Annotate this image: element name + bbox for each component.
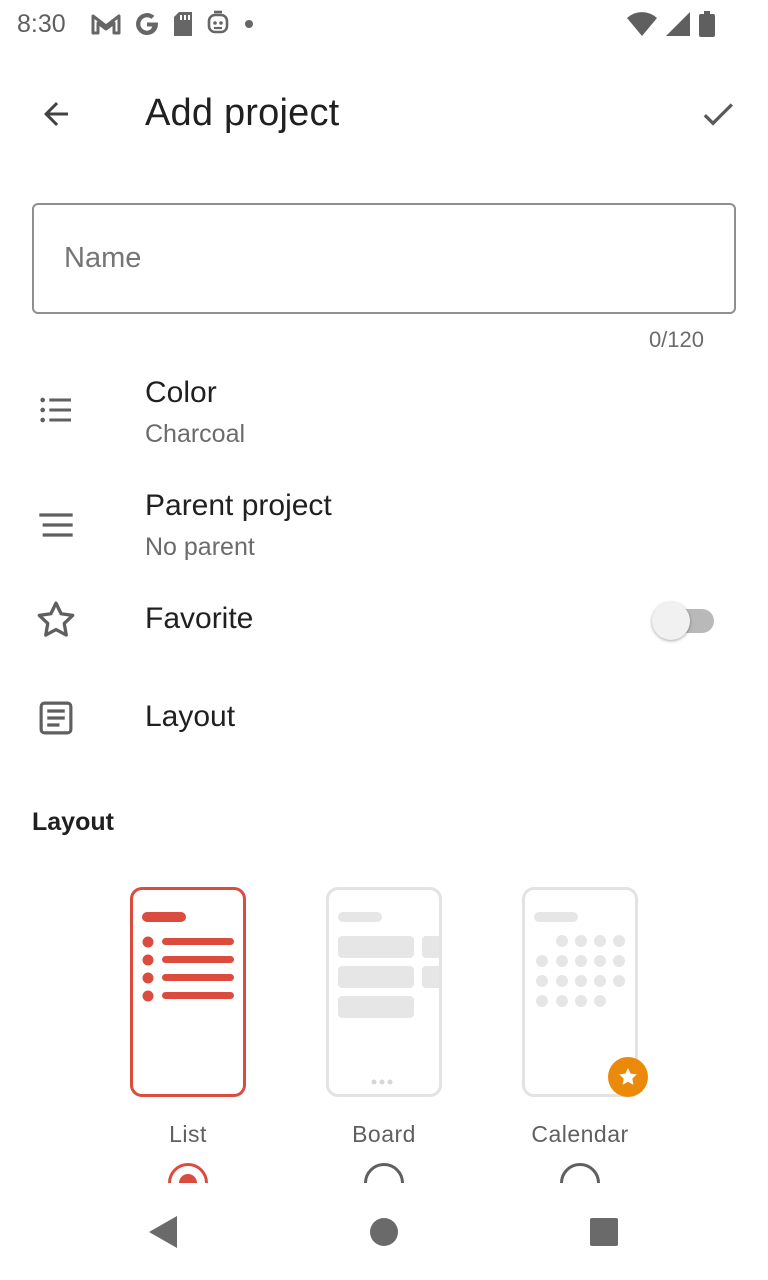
nav-home-button[interactable]	[364, 1212, 404, 1252]
parent-project-label: Parent project	[145, 489, 332, 522]
color-label: Color	[145, 376, 217, 409]
menu-lines-icon	[32, 501, 80, 549]
nav-recents-button[interactable]	[584, 1212, 624, 1252]
favorite-toggle[interactable]	[652, 601, 716, 641]
status-bar: 8:30	[0, 0, 768, 48]
dot-icon	[245, 20, 253, 28]
layout-row[interactable]: Layout	[0, 690, 768, 750]
color-value: Charcoal	[145, 420, 246, 448]
star-filled-icon	[619, 1068, 637, 1085]
confirm-button[interactable]	[688, 84, 748, 144]
article-icon	[32, 694, 80, 742]
board-preview	[326, 887, 442, 1097]
layout-option-label: Calendar	[531, 1121, 629, 1147]
layout-options: List Board Calendar	[0, 885, 768, 1203]
nav-back-icon	[149, 1216, 177, 1248]
nav-home-icon	[370, 1218, 398, 1246]
status-notification-icons	[90, 9, 256, 39]
favorite-row[interactable]: Favorite	[0, 590, 768, 652]
layout-option-label: List	[169, 1121, 207, 1147]
color-row[interactable]: Color Charcoal	[0, 370, 768, 462]
name-input[interactable]	[34, 205, 734, 312]
system-nav-bar	[0, 1190, 768, 1280]
layout-option-list[interactable]: List	[120, 885, 260, 1203]
layout-option-label: Board	[352, 1121, 416, 1147]
google-icon	[136, 13, 159, 36]
assistant-icon	[207, 10, 229, 34]
parent-project-value: No parent	[145, 533, 255, 561]
list-dots-icon	[32, 386, 80, 434]
arrow-back-icon	[44, 102, 68, 126]
name-field[interactable]	[32, 203, 736, 314]
parent-project-row[interactable]: Parent project No parent	[0, 483, 768, 575]
battery-icon	[699, 11, 715, 37]
app-bar: Add project	[0, 70, 768, 158]
signal-icon	[666, 12, 690, 36]
layout-section-title: Layout	[32, 808, 114, 836]
gmail-icon	[91, 14, 121, 35]
wifi-icon	[627, 12, 657, 36]
check-icon	[703, 103, 733, 126]
favorite-label: Favorite	[145, 602, 254, 635]
premium-badge	[608, 1057, 648, 1097]
layout-option-calendar[interactable]: Calendar	[512, 885, 652, 1203]
sd-card-icon	[174, 12, 192, 36]
layout-label: Layout	[145, 700, 236, 733]
layout-option-board[interactable]: Board	[316, 885, 456, 1203]
nav-back-button[interactable]	[142, 1212, 182, 1252]
status-system-icons	[626, 10, 716, 38]
back-button[interactable]	[28, 86, 84, 142]
star-outline-icon	[32, 596, 80, 644]
nav-recents-icon	[590, 1218, 618, 1246]
status-time: 8:30	[17, 10, 66, 38]
char-counter: 0/120	[648, 327, 704, 352]
list-preview	[130, 887, 246, 1097]
page-title: Add project	[145, 92, 340, 134]
toggle-thumb	[652, 602, 690, 640]
